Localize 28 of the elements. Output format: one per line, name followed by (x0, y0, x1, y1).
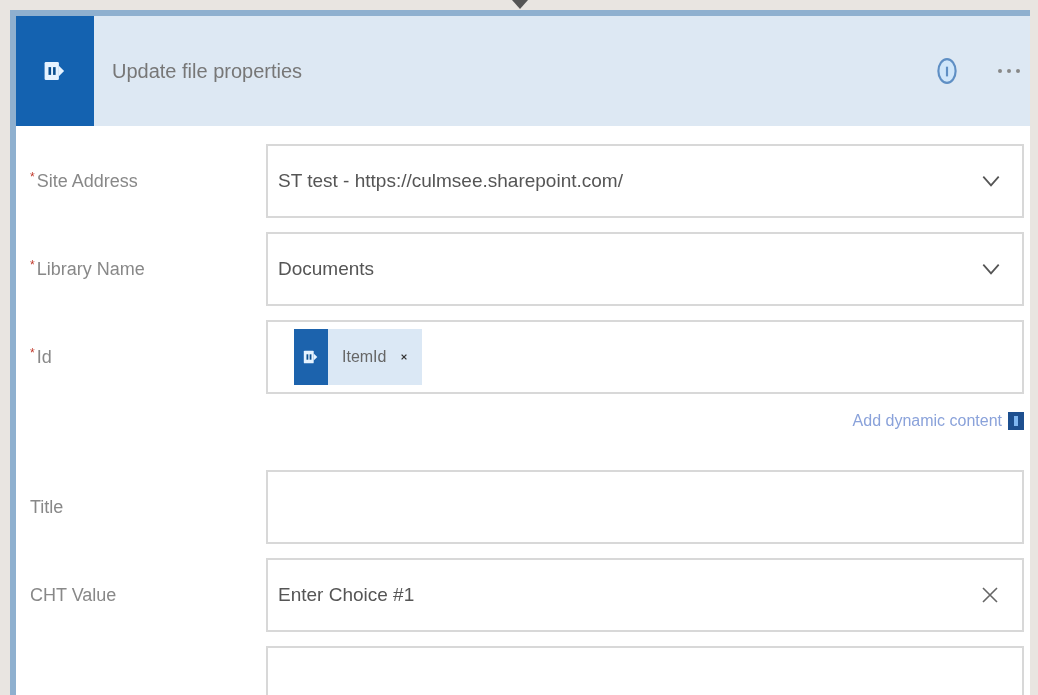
card-header[interactable]: Update file properties (16, 16, 1030, 126)
dropdown-field[interactable]: ST test - https://culmsee.sharepoint.com/ (266, 144, 1024, 218)
field-label: Title (30, 495, 64, 519)
dynamic-content-icon[interactable] (1008, 412, 1024, 430)
more-options-icon[interactable] (996, 68, 1022, 74)
close-icon[interactable] (400, 353, 409, 361)
input-field[interactable]: Enter Choice #1 (266, 558, 1024, 632)
clear-icon[interactable] (980, 585, 1000, 605)
input-field[interactable] (266, 470, 1024, 544)
input-field[interactable]: ItemId (266, 320, 1024, 394)
dropdown-field[interactable]: Documents (266, 232, 1024, 306)
card-title: Update file properties (112, 59, 304, 84)
add-dynamic-content-link[interactable]: Add dynamic content (852, 409, 1002, 433)
token-label: ItemId (342, 347, 387, 367)
required-mark: * (30, 168, 35, 186)
dynamic-token[interactable]: ItemId (294, 329, 423, 385)
field-label: Library Name (36, 257, 145, 281)
field-label: CHT Value (30, 583, 117, 607)
required-mark: * (30, 344, 35, 362)
sharepoint-icon (302, 348, 320, 366)
field-value: ST test - https://culmsee.sharepoint.com/ (278, 168, 623, 193)
field-placeholder: Enter Choice #1 (278, 582, 415, 607)
required-mark: * (30, 256, 35, 274)
field-label: Site Address (36, 169, 138, 193)
info-icon[interactable] (936, 57, 958, 85)
field-value: Documents (278, 256, 375, 281)
arrow-down-icon (510, 0, 530, 10)
field-label: Id (36, 345, 52, 369)
